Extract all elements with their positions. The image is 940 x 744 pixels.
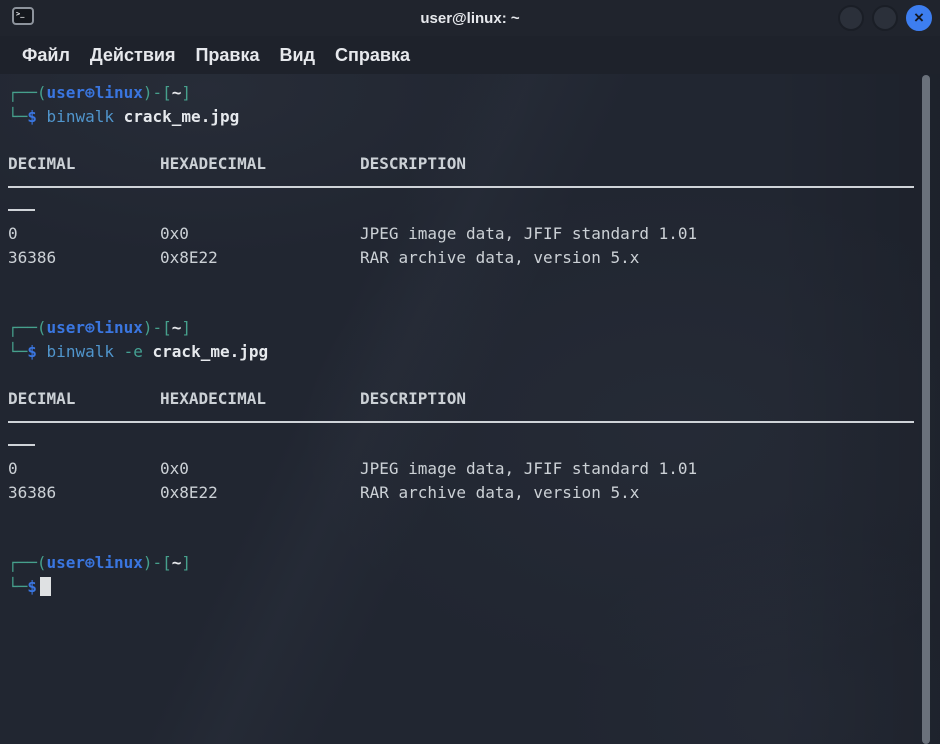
kali-at-icon: ⊕ bbox=[85, 83, 95, 102]
command-segment: crack_me.jpg bbox=[153, 342, 269, 361]
blank-line bbox=[8, 293, 914, 317]
prompt-path: ~ bbox=[172, 318, 182, 337]
command-segment: binwalk bbox=[47, 107, 114, 126]
maximize-button[interactable] bbox=[872, 5, 898, 31]
close-button[interactable]: × bbox=[906, 5, 932, 31]
prompt-frame: ] bbox=[181, 553, 191, 572]
prompt-frame: )-[ bbox=[143, 318, 172, 337]
cell-decimal: 0 bbox=[8, 224, 160, 243]
cell-hexadecimal: 0x8E22 bbox=[160, 248, 360, 267]
cell-decimal: 0 bbox=[8, 459, 160, 478]
scrollbar-thumb[interactable] bbox=[922, 75, 930, 744]
prompt-command-line: └─$ binwalk crack_me.jpg bbox=[8, 105, 914, 129]
cell-description: RAR archive data, version 5.x bbox=[360, 483, 914, 502]
minimize-button[interactable] bbox=[838, 5, 864, 31]
menu-item-file[interactable]: Файл bbox=[12, 41, 80, 70]
menu-item-help[interactable]: Справка bbox=[325, 41, 420, 70]
command-segment: binwalk bbox=[47, 342, 114, 361]
cell-description: JPEG image data, JFIF standard 1.01 bbox=[360, 224, 914, 243]
prompt-frame: )-[ bbox=[143, 83, 172, 102]
table-separator-line bbox=[8, 175, 914, 199]
cell-hexadecimal: 0x0 bbox=[160, 459, 360, 478]
cell-description: JPEG image data, JFIF standard 1.01 bbox=[360, 459, 914, 478]
column-header-decimal: DECIMAL bbox=[8, 154, 160, 173]
prompt-frame: └─ bbox=[8, 107, 27, 126]
command-segment bbox=[114, 107, 124, 126]
blank-line bbox=[8, 528, 914, 552]
terminal-text bbox=[37, 342, 47, 361]
scrollbar bbox=[922, 75, 930, 744]
command-segment: -e bbox=[124, 342, 143, 361]
prompt-header-line: ┌──(user⊕linux)-[~] bbox=[8, 551, 914, 575]
prompt-user: user bbox=[47, 318, 86, 337]
terminal-content[interactable]: ┌──(user⊕linux)-[~]└─$ binwalk crack_me.… bbox=[8, 74, 914, 744]
table-header-line: DECIMALHEXADECIMALDESCRIPTION bbox=[8, 152, 914, 176]
column-header-hexadecimal: HEXADECIMAL bbox=[160, 154, 360, 173]
table-header-line: DECIMALHEXADECIMALDESCRIPTION bbox=[8, 387, 914, 411]
prompt-frame: └─ bbox=[8, 342, 27, 361]
menu-bar: Файл Действия Правка Вид Справка bbox=[0, 36, 940, 74]
column-header-description: DESCRIPTION bbox=[360, 154, 914, 173]
prompt-header-line: ┌──(user⊕linux)-[~] bbox=[8, 316, 914, 340]
window-title: user@linux: ~ bbox=[0, 10, 940, 27]
command-segment: crack_me.jpg bbox=[124, 107, 240, 126]
prompt-path: ~ bbox=[172, 553, 182, 572]
separator-rule-stub bbox=[8, 209, 35, 211]
command-segment bbox=[114, 342, 124, 361]
kali-at-icon: ⊕ bbox=[85, 318, 95, 337]
prompt-frame: ┌──( bbox=[8, 83, 47, 102]
prompt-frame: ] bbox=[181, 318, 191, 337]
prompt-path: ~ bbox=[172, 83, 182, 102]
prompt-cursor-line: └─$ bbox=[8, 575, 914, 599]
cell-decimal: 36386 bbox=[8, 248, 160, 267]
prompt-dollar: $ bbox=[27, 577, 37, 596]
table-separator-line bbox=[8, 410, 914, 434]
prompt-dollar: $ bbox=[27, 342, 37, 361]
blank-line bbox=[8, 128, 914, 152]
cell-hexadecimal: 0x0 bbox=[160, 224, 360, 243]
prompt-command-line: └─$ binwalk -e crack_me.jpg bbox=[8, 340, 914, 364]
title-bar: user@linux: ~ × bbox=[0, 0, 940, 36]
window-controls: × bbox=[838, 5, 932, 31]
cell-hexadecimal: 0x8E22 bbox=[160, 483, 360, 502]
menu-item-actions[interactable]: Действия bbox=[80, 41, 186, 70]
terminal-text bbox=[37, 107, 47, 126]
prompt-frame: ] bbox=[181, 83, 191, 102]
column-header-description: DESCRIPTION bbox=[360, 389, 914, 408]
prompt-frame: ┌──( bbox=[8, 553, 47, 572]
terminal-cursor bbox=[40, 577, 51, 596]
table-row: 00x0JPEG image data, JFIF standard 1.01 bbox=[8, 222, 914, 246]
separator-rule bbox=[8, 421, 914, 423]
cell-description: RAR archive data, version 5.x bbox=[360, 248, 914, 267]
prompt-dollar: $ bbox=[27, 107, 37, 126]
table-row: 00x0JPEG image data, JFIF standard 1.01 bbox=[8, 457, 914, 481]
prompt-header-line: ┌──(user⊕linux)-[~] bbox=[8, 81, 914, 105]
prompt-host: linux bbox=[95, 318, 143, 337]
separator-rule-stub bbox=[8, 444, 35, 446]
prompt-user: user bbox=[47, 553, 86, 572]
prompt-user: user bbox=[47, 83, 86, 102]
blank-line bbox=[8, 504, 914, 528]
blank-line bbox=[8, 363, 914, 387]
prompt-host: linux bbox=[95, 553, 143, 572]
prompt-frame: └─ bbox=[8, 577, 27, 596]
prompt-host: linux bbox=[95, 83, 143, 102]
cell-decimal: 36386 bbox=[8, 483, 160, 502]
prompt-frame: )-[ bbox=[143, 553, 172, 572]
kali-at-icon: ⊕ bbox=[85, 553, 95, 572]
column-header-hexadecimal: HEXADECIMAL bbox=[160, 389, 360, 408]
separator-rule bbox=[8, 186, 914, 188]
terminal-window: user@linux: ~ × Файл Действия Правка Вид… bbox=[0, 0, 940, 744]
blank-line bbox=[8, 269, 914, 293]
close-icon: × bbox=[914, 9, 924, 26]
table-row: 363860x8E22RAR archive data, version 5.x bbox=[8, 481, 914, 505]
table-row: 363860x8E22RAR archive data, version 5.x bbox=[8, 246, 914, 270]
column-header-decimal: DECIMAL bbox=[8, 389, 160, 408]
command-segment bbox=[143, 342, 153, 361]
menu-item-edit[interactable]: Правка bbox=[185, 41, 269, 70]
menu-item-view[interactable]: Вид bbox=[270, 41, 326, 70]
table-separator-wrap-line bbox=[8, 199, 914, 223]
prompt-frame: ┌──( bbox=[8, 318, 47, 337]
table-separator-wrap-line bbox=[8, 434, 914, 458]
